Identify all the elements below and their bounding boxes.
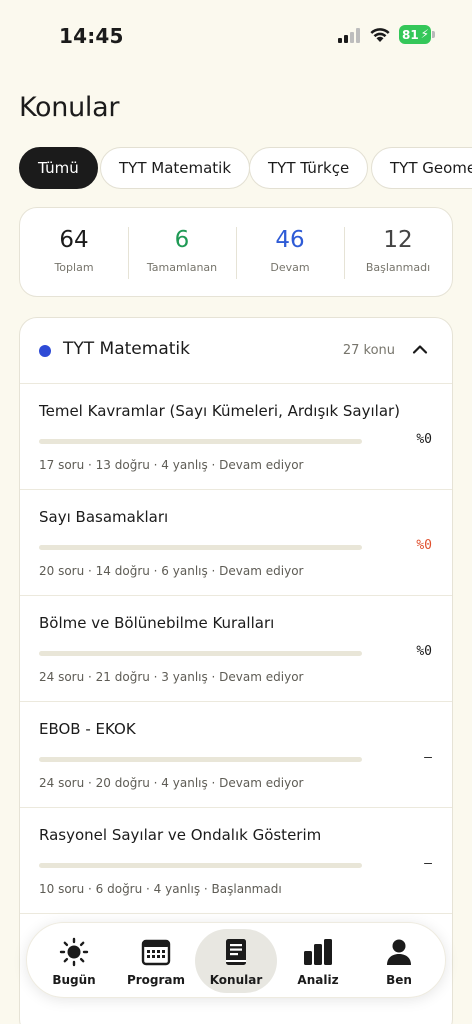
chevron-up-icon[interactable] [412,343,428,355]
topic-title: EBOB - EKOK [39,720,136,738]
chip-label: TYT Geometri [390,159,472,177]
stat-in-progress: 46 Devam [236,225,344,279]
tab-label: Bugün [52,973,96,987]
stat-not-started: 12 Başlanmadı [344,225,452,279]
topic-progress-percent: %0 [416,644,432,659]
person-icon [387,939,411,965]
bottom-tab-bar: Bugün Program Konular Analiz Ben [26,922,446,998]
topic-meta: 17 soru · 13 doğru · 4 yanlış · Devam ed… [39,458,304,472]
topic-progress-bar [39,757,362,762]
topic-row[interactable]: Sayı Basamakları %0 20 soru · 14 doğru ·… [20,490,452,596]
filter-chip-all[interactable]: Tümü [19,147,98,189]
topic-progress-percent: %0 [416,538,432,553]
filter-chip-tyt-matematik[interactable]: TYT Matematik [100,147,251,189]
tab-konular[interactable]: Konular [195,929,277,993]
topic-progress-percent: %0 [416,432,432,447]
topic-progress-bar [39,651,362,656]
topic-row[interactable]: Temel Kavramlar (Sayı Kümeleri, Ardışık … [20,384,452,490]
book-icon [226,939,246,965]
stat-value: 64 [59,227,89,253]
topic-meta: 24 soru · 21 doğru · 3 yanlış · Devam ed… [39,670,304,684]
battery-indicator: 81 ⚡ [399,25,431,44]
topic-title: Rasyonel Sayılar ve Ondalık Gösterim [39,826,322,844]
filter-chip-tyt-geometri[interactable]: TYT Geometri [371,147,472,189]
tab-label: Analiz [297,973,339,987]
stat-value: 6 [174,227,190,253]
filter-chip-tyt-turkce[interactable]: TYT Türkçe [249,147,369,189]
topic-progress-bar [39,863,362,868]
topic-meta: 10 soru · 6 doğru · 4 yanlış · Başlanmad… [39,882,282,896]
chip-label: Tümü [38,159,79,177]
calendar-icon [141,939,171,966]
bar-chart-icon [304,939,332,965]
stat-value: 12 [383,227,413,253]
topic-progress-bar [39,545,362,550]
section-header[interactable]: TYT Matematik 27 konu [20,318,452,384]
topic-progress-percent: – [424,856,432,871]
tab-label: Program [126,973,186,987]
tab-ben[interactable]: Ben [358,929,440,993]
topic-section-card: TYT Matematik 27 konu Temel Kavramlar (S… [19,317,453,1024]
charging-bolt-icon: ⚡ [420,27,429,41]
tab-label: Ben [386,973,412,987]
stat-total: 64 Toplam [20,225,128,279]
cellular-signal-icon [338,28,360,43]
stats-summary-card: 64 Toplam 6 Tamamlanan 46 Devam 12 Başla… [19,207,453,297]
tab-bugun[interactable]: Bugün [33,929,115,993]
sun-icon [59,937,89,967]
stat-label: Başlanmadı [365,261,431,274]
wifi-icon [370,28,390,42]
section-title: TYT Matematik [63,339,190,359]
stat-label: Tamamlanan [146,261,218,274]
topic-progress-bar [39,439,362,444]
topic-row[interactable]: Rasyonel Sayılar ve Ondalık Gösterim – 1… [20,808,452,914]
chip-label: TYT Matematik [119,159,232,177]
battery-tip [432,31,435,38]
stat-label: Toplam [54,261,94,274]
stat-value: 46 [275,227,305,253]
tab-label: Konular [209,973,263,987]
section-color-dot [39,345,51,357]
topic-title: Sayı Basamakları [39,508,169,526]
topic-progress-percent: – [424,750,432,765]
chip-label: TYT Türkçe [268,159,350,177]
status-time: 14:45 [59,24,124,48]
stat-label: Devam [270,261,310,274]
tab-analiz[interactable]: Analiz [277,929,359,993]
topic-meta: 24 soru · 20 doğru · 4 yanlış · Devam ed… [39,776,304,790]
topic-title: Bölme ve Bölünebilme Kuralları [39,614,275,632]
topic-row[interactable]: EBOB - EKOK – 24 soru · 20 doğru · 4 yan… [20,702,452,808]
topic-meta: 20 soru · 14 doğru · 6 yanlış · Devam ed… [39,564,304,578]
battery-level: 81 [402,27,419,42]
tab-program[interactable]: Program [115,929,197,993]
status-bar: 14:45 81 ⚡ [0,0,472,60]
topic-title: Temel Kavramlar (Sayı Kümeleri, Ardışık … [39,402,401,420]
topic-row[interactable]: Bölme ve Bölünebilme Kuralları %0 24 sor… [20,596,452,702]
stat-completed: 6 Tamamlanan [128,225,236,279]
filter-chips: Tümü TYT Matematik TYT Türkçe TYT Geomet… [19,147,472,189]
page-title: Konular [19,92,120,123]
section-topic-count: 27 konu [342,343,395,358]
